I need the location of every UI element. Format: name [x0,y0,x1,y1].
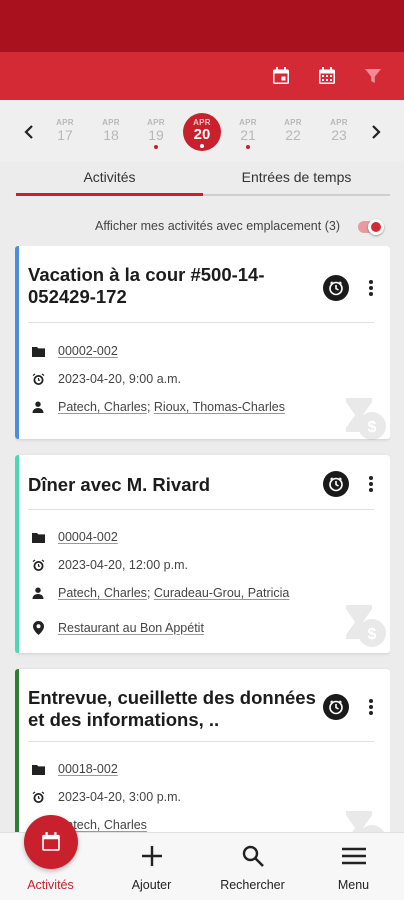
event-dot [200,144,204,148]
activity-card[interactable]: Entrevue, cueillette des données et des … [15,669,390,832]
datetime-text: 2023-04-20, 12:00 p.m. [58,558,188,572]
file-row: 00018-002 [31,760,118,778]
nav-label: Menu [337,878,370,892]
calendar-today-icon[interactable] [269,64,293,88]
chevron-left-icon[interactable] [19,120,39,144]
datetime-text: 2023-04-20, 9:00 a.m. [58,372,181,386]
tab-activites[interactable]: Activités [16,160,203,194]
card-title: Entrevue, cueillette des données et des … [28,687,316,730]
chevron-right-icon[interactable] [366,120,386,144]
calendar-month-icon[interactable] [315,64,339,88]
tab-entrees-de-temps[interactable]: Entrées de temps [203,160,390,194]
datetime-row: 2023-04-20, 9:00 a.m. [31,370,181,388]
location-filter-toggle[interactable] [358,219,384,235]
timer-icon[interactable] [323,275,349,301]
file-link[interactable]: 00018-002 [58,762,118,776]
activity-card[interactable]: Dîner avec M. Rivard 00004-002 2023-04-2… [15,455,390,653]
location-filter-row: Afficher mes activités avec emplacement … [16,216,386,238]
folder-icon [31,344,45,358]
nav-rechercher[interactable]: Rechercher [202,833,303,900]
tab-indicator [16,193,203,196]
timer-icon[interactable] [323,694,349,720]
day-item[interactable]: APR 23 [321,118,357,143]
day-item[interactable]: APR 18 [93,118,129,143]
person-link[interactable]: Patech, Charles [58,586,147,600]
day-item-selected[interactable]: APR 20 [183,113,221,151]
hourglass-dollar-icon: $ [340,807,390,832]
day-item[interactable]: APR 17 [47,118,83,143]
person-icon [31,586,45,600]
file-link[interactable]: 00004-002 [58,530,118,544]
tab-bar: Activités Entrées de temps [16,160,390,197]
file-row: 00004-002 [31,528,118,546]
search-icon [239,842,267,870]
datetime-row: 2023-04-20, 12:00 p.m. [31,556,188,574]
datetime-text: 2023-04-20, 3:00 p.m. [58,790,181,804]
folder-icon [31,762,45,776]
nav-ajouter[interactable]: Ajouter [101,833,202,900]
file-link[interactable]: 00002-002 [58,344,118,358]
svg-text:$: $ [368,626,377,643]
folder-icon [31,530,45,544]
card-accent [15,455,19,653]
hourglass-dollar-icon: $ [340,601,390,651]
card-divider [28,741,374,742]
nav-activites[interactable]: Activités [0,815,101,900]
people-row: Patech, Charles; Curadeau-Grou, Patricia [31,584,289,602]
people-row: Patech, Charles; Rioux, Thomas-Charles [31,398,285,416]
card-accent [15,246,19,439]
nav-label: Ajouter [131,878,172,892]
event-dot [154,145,158,149]
tab-divider [203,194,390,196]
event-dot [246,145,250,149]
menu-icon [340,842,368,870]
location-row: Restaurant au Bon Appétit [31,619,204,637]
nav-menu[interactable]: Menu [303,833,404,900]
activity-list[interactable]: Vacation à la cour #500-14-052429-172 00… [15,246,390,832]
person-link[interactable]: Curadeau-Grou, Patricia [154,586,289,600]
alarm-icon [31,372,45,386]
location-link[interactable]: Restaurant au Bon Appétit [58,621,204,635]
nav-label: Rechercher [220,878,285,892]
more-vert-icon[interactable] [364,472,378,496]
day-item[interactable]: APR 19 [138,118,174,149]
status-bar [0,0,404,52]
card-divider [28,322,374,323]
person-link[interactable]: Patech, Charles [58,400,147,414]
file-row: 00002-002 [31,342,118,360]
card-title: Vacation à la cour #500-14-052429-172 [28,264,265,307]
timer-icon[interactable] [323,471,349,497]
nav-label: Activités [27,878,74,892]
bottom-navigation: Activités Ajouter Rechercher Menu [0,815,404,900]
hourglass-dollar-icon: $ [340,394,390,444]
activity-card[interactable]: Vacation à la cour #500-14-052429-172 00… [15,246,390,440]
day-item[interactable]: APR 22 [275,118,311,143]
card-divider [28,509,374,510]
alarm-icon [31,558,45,572]
svg-text:$: $ [368,419,377,436]
filter-icon[interactable] [361,64,385,88]
more-vert-icon[interactable] [364,276,378,300]
day-item[interactable]: APR 21 [230,118,266,149]
location-filter-label: Afficher mes activités avec emplacement … [94,219,340,233]
date-strip: APR 17 APR 18 APR 19 APR 20 APR 21 APR 2… [0,100,404,162]
person-icon [31,400,45,414]
calendar-icon[interactable] [24,815,78,869]
card-accent [15,669,19,832]
plus-icon [138,842,166,870]
app-toolbar [0,52,404,100]
datetime-row: 2023-04-20, 3:00 p.m. [31,788,181,806]
alarm-icon [31,790,45,804]
more-vert-icon[interactable] [364,695,378,719]
person-link[interactable]: Rioux, Thomas-Charles [154,400,285,414]
card-title: Dîner avec M. Rivard [28,474,210,495]
location-pin-icon [31,621,45,635]
